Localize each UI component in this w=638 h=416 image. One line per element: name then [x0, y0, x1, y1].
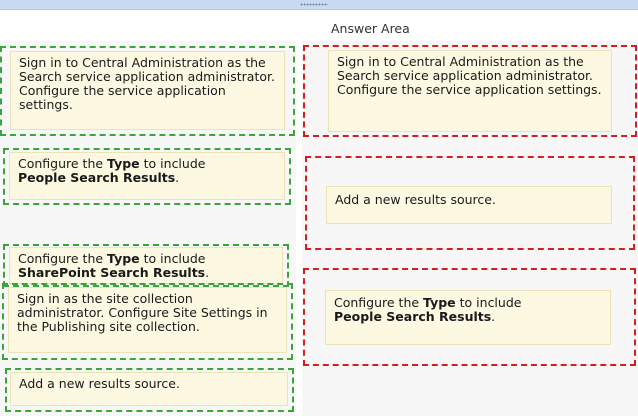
top-splitter-bar[interactable]: [0, 0, 638, 10]
source-item-5-text: Add a new results source.: [19, 376, 180, 391]
source-item-1-text: Sign in to Central Administration as the…: [19, 55, 275, 112]
answer-slot-1[interactable]: Sign in to Central Administration as the…: [303, 45, 637, 137]
source-item-4-frame[interactable]: Sign in as the site collection administr…: [2, 283, 293, 360]
source-item-4[interactable]: Sign in as the site collection administr…: [8, 287, 287, 353]
answer-area-title: Answer Area: [331, 21, 410, 36]
splitter-grip-icon[interactable]: [300, 3, 328, 6]
source-item-3-frame[interactable]: Configure the Type to include SharePoint…: [3, 244, 289, 287]
answer-slot-2-item[interactable]: Add a new results source.: [326, 186, 612, 224]
source-item-2[interactable]: Configure the Type to include People Sea…: [9, 152, 285, 200]
source-item-1[interactable]: Sign in to Central Administration as the…: [10, 51, 285, 130]
source-item-3[interactable]: Configure the Type to include SharePoint…: [9, 247, 283, 284]
answer-slot-1-item[interactable]: Sign in to Central Administration as the…: [328, 50, 612, 132]
source-item-5-frame[interactable]: Add a new results source.: [5, 368, 294, 412]
answer-slot-1-text: Sign in to Central Administration as the…: [337, 54, 602, 97]
source-item-2-frame[interactable]: Configure the Type to include People Sea…: [3, 148, 291, 205]
answer-slot-3[interactable]: Configure the Type to include People Sea…: [303, 268, 636, 366]
source-item-5[interactable]: Add a new results source.: [10, 372, 288, 406]
answer-slot-2[interactable]: Add a new results source.: [305, 156, 635, 250]
answer-slot-3-item[interactable]: Configure the Type to include People Sea…: [325, 290, 611, 345]
answer-slot-2-text: Add a new results source.: [335, 192, 496, 207]
source-item-4-text: Sign in as the site collection administr…: [17, 291, 268, 334]
source-panel-header: [0, 11, 296, 41]
source-item-1-frame[interactable]: Sign in to Central Administration as the…: [0, 46, 295, 136]
